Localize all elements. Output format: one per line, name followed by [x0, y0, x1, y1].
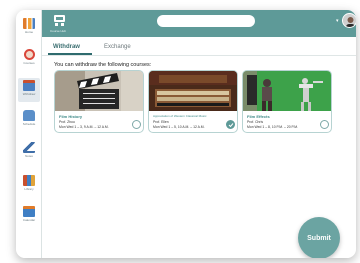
compass-icon — [23, 49, 35, 60]
sidebar-item-label: Withdraw — [22, 92, 36, 96]
sidebar-item-label: Library — [24, 187, 34, 191]
course-time: Mon Wed 1 – 3, 9 A.M. – 12 A.M. — [59, 125, 109, 129]
sidebar-item-schedule[interactable]: Schedule — [18, 108, 40, 132]
sidebar-item-calendar[interactable]: Calendar — [18, 204, 40, 228]
course-select-radio[interactable] — [132, 120, 141, 129]
planner-icon — [23, 206, 35, 217]
course-professor: Prof. Ellen — [153, 120, 169, 124]
books-icon — [23, 175, 35, 186]
app-window: Home Courses Withdraw Schedule Notes Lib… — [16, 10, 356, 258]
sidebar-item-label: Home — [24, 30, 33, 34]
top-bar: Course Hub ▾ — [42, 10, 356, 37]
sidebar-item-library[interactable]: Library — [18, 173, 40, 197]
sidebar-item-withdraw[interactable]: Withdraw — [18, 78, 40, 102]
course-card[interactable]: Film History Prof. Zhou Mon Wed 1 – 3, 9… — [54, 70, 144, 133]
course-image — [149, 71, 237, 111]
main-panel: Withdraw Exchange You can withdraw the f… — [42, 37, 356, 258]
user-avatar-icon[interactable] — [342, 13, 356, 28]
course-card[interactable]: Appreciation of Western Classical Music … — [148, 70, 238, 133]
pencil-icon — [23, 142, 35, 153]
course-title: Appreciation of Western Classical Music — [153, 114, 207, 118]
course-image — [243, 71, 331, 111]
instruction-text: You can withdraw the following courses: — [54, 62, 152, 68]
checkmark-icon — [228, 122, 233, 127]
sidebar-item-label: Courses — [23, 61, 35, 65]
sidebar-item-label: Calendar — [22, 218, 36, 222]
tab-divider — [42, 55, 356, 56]
course-title: Film Effects — [247, 114, 270, 119]
course-professor: Prof. Chris — [247, 120, 264, 124]
course-image — [55, 71, 143, 111]
bar-chart-icon — [23, 18, 35, 29]
course-time: Mon Wed 1 – 5, 10 A.M. – 12 A.M. — [153, 125, 205, 129]
sidebar-item-label: Notes — [25, 154, 33, 158]
course-time: Mon Wed 1 – 8, 10 P.M. – 20 P.M. — [247, 125, 299, 129]
calendar-icon — [23, 80, 35, 91]
search-input[interactable] — [157, 15, 255, 27]
sidebar-item-label: Schedule — [22, 122, 36, 126]
sidebar-item-home[interactable]: Home — [18, 16, 40, 40]
tab-exchange[interactable]: Exchange — [104, 44, 131, 50]
submit-button[interactable]: Submit — [298, 217, 340, 258]
sidebar-item-notes[interactable]: Notes — [18, 140, 40, 164]
tab-withdraw[interactable]: Withdraw — [53, 44, 80, 50]
app-logo-icon[interactable] — [53, 14, 66, 27]
course-select-radio[interactable] — [226, 120, 235, 129]
desk-icon — [23, 110, 35, 121]
sidebar-item-courses[interactable]: Courses — [18, 47, 40, 71]
course-title: Film History — [59, 114, 83, 119]
course-professor: Prof. Zhou — [59, 120, 75, 124]
course-select-radio[interactable] — [320, 120, 329, 129]
app-logo-label: Course Hub — [50, 29, 67, 33]
chevron-down-icon[interactable]: ▾ — [336, 18, 339, 24]
course-card[interactable]: Film Effects Prof. Chris Mon Wed 1 – 8, … — [242, 70, 332, 133]
sidebar: Home Courses Withdraw Schedule Notes Lib… — [16, 10, 42, 258]
